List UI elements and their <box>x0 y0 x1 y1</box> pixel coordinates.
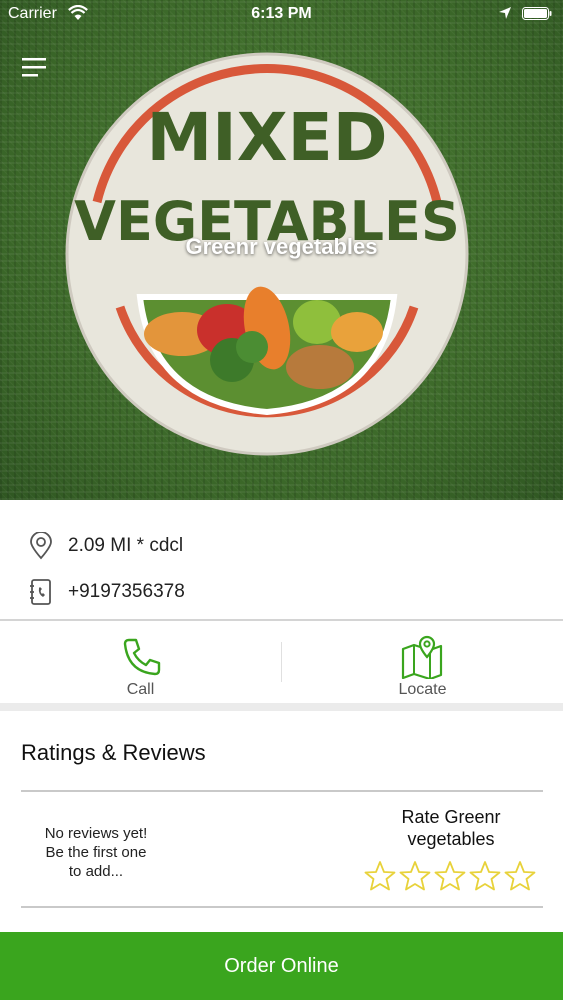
status-bar: Carrier 6:13 PM <box>0 0 563 28</box>
star-outline-icon[interactable] <box>399 860 431 892</box>
star-rating[interactable] <box>364 860 539 894</box>
no-reviews-line: No reviews yet! <box>44 825 148 842</box>
star-outline-icon[interactable] <box>434 860 466 892</box>
star-outline-icon[interactable] <box>469 860 501 892</box>
divider <box>21 790 543 792</box>
no-reviews-message: No reviews yet! Be the first one to add.… <box>21 824 171 881</box>
no-reviews-line: Be the first one <box>45 844 147 861</box>
phone-number-text[interactable]: +9197356378 <box>68 581 185 603</box>
call-label: Call <box>126 681 155 698</box>
distance-text: 2.09 MI * cdcl <box>68 535 184 556</box>
rate-title-line: vegetables <box>407 829 495 849</box>
hamburger-icon[interactable] <box>20 56 48 80</box>
hero-banner: MIXED VEGETABLES Greenr vegetables Carri… <box>0 0 563 500</box>
divider <box>0 619 563 621</box>
store-title: Greenr vegetables <box>185 234 378 259</box>
locate-label: Locate <box>398 681 447 698</box>
location-pin-icon <box>30 532 52 560</box>
location-arrow-icon <box>499 7 511 19</box>
section-separator <box>0 703 563 711</box>
svg-text:MIXED: MIXED <box>147 99 388 176</box>
phone-book-icon <box>30 579 51 605</box>
phone-icon <box>123 638 161 676</box>
order-online-button[interactable]: Order Online <box>0 932 563 1000</box>
phone-row[interactable]: +9197356378 <box>0 572 563 612</box>
call-button[interactable]: Call <box>0 623 281 703</box>
ratings-reviews-title: Ratings & Reviews <box>21 740 206 765</box>
battery-icon <box>522 7 552 20</box>
map-pin-icon <box>401 635 443 679</box>
star-outline-icon[interactable] <box>364 860 396 892</box>
distance-row: 2.09 MI * cdcl <box>0 526 563 566</box>
divider <box>21 906 543 908</box>
rate-store-title: Rate Greenr vegetables <box>370 806 532 850</box>
rate-title-line: Rate Greenr <box>401 807 501 827</box>
no-reviews-line: to add... <box>68 863 124 880</box>
clock-label: 6:13 PM <box>251 5 312 22</box>
locate-button[interactable]: Locate <box>282 623 563 703</box>
star-outline-icon[interactable] <box>504 860 536 892</box>
